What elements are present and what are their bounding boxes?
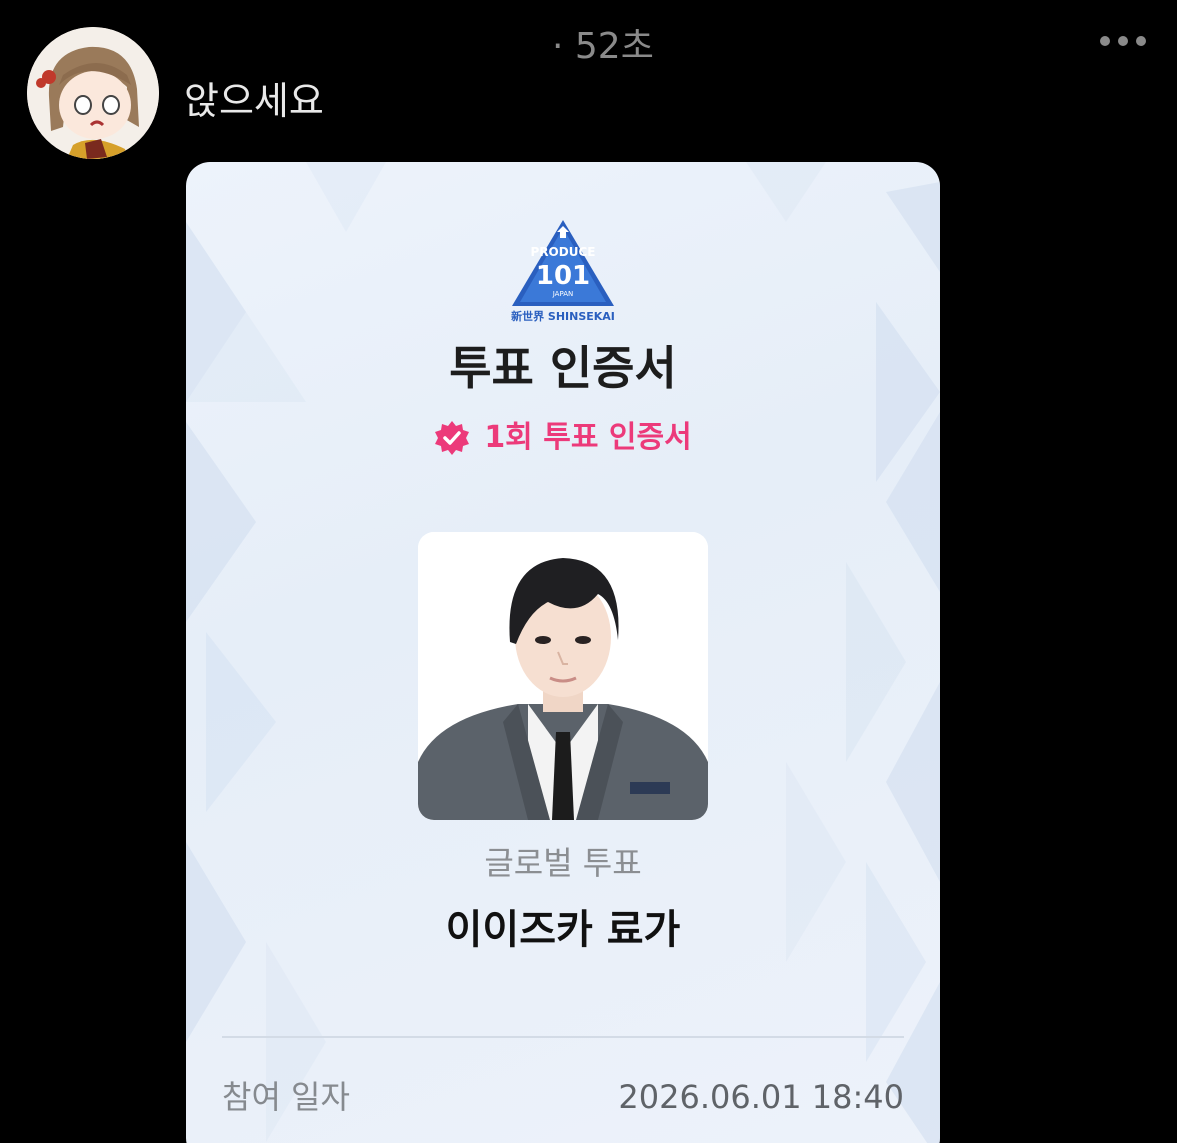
post-timestamp: · 52초 (552, 26, 654, 67)
trainee-name: 이이즈카 료가 (445, 907, 681, 953)
logo-shinsekai-text: 新世界 SHINSEKAI (511, 309, 615, 323)
more-horizontal-icon[interactable] (1100, 36, 1146, 46)
avatar[interactable] (27, 27, 159, 159)
participation-date-value: 2026.06.01 18:40 (618, 1078, 904, 1116)
avatar-illustration (27, 27, 159, 159)
certificate-badge: 1회 투표 인증서 (186, 418, 940, 458)
badge-text: 1회 투표 인증서 (484, 420, 692, 455)
trainee-photo (418, 532, 708, 820)
vote-certificate-card[interactable]: PRODUCE 101 JAPAN 新世界 SHINSEKAI 투표 인증서 1… (186, 162, 940, 1143)
produce-101-logo: PRODUCE 101 JAPAN 新世界 SHINSEKAI (511, 220, 615, 323)
certificate-title: 투표 인증서 (449, 341, 677, 395)
post-screen: 앉으세요 · 52초 PRODUCE 101 JAPAN 新世界 SHINSEK… (0, 0, 1177, 1143)
divider (222, 1036, 904, 1038)
logo-produce-text: PRODUCE (531, 245, 596, 259)
participation-date-label: 참여 일자 (222, 1078, 350, 1116)
vote-type-label: 글로벌 투표 (484, 844, 642, 882)
logo-japan-text: JAPAN (552, 290, 574, 298)
trainee-portrait (418, 532, 708, 820)
verified-badge-icon (435, 421, 470, 455)
username[interactable]: 앉으세요 (184, 78, 324, 124)
logo-101-text: 101 (536, 261, 590, 291)
